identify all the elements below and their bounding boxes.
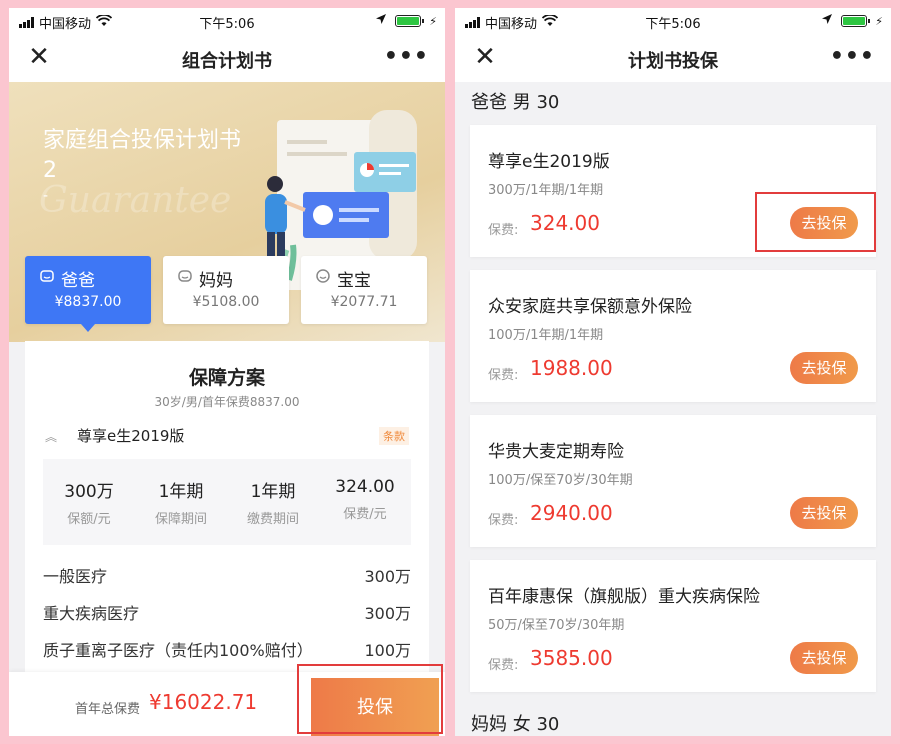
stat-premium: 324.00 保费/元: [319, 477, 411, 522]
premium-value: 3585.00: [530, 646, 613, 670]
product-card: 华贵大麦定期寿险 100万/保至70岁/30年期 保费: 2940.00 去投保: [470, 415, 876, 547]
stat-label: 保障期间: [154, 512, 207, 527]
more-icon[interactable]: •••: [830, 44, 875, 69]
coverage-value: 100万: [364, 641, 411, 660]
section-mother: 妈妈 女 30: [471, 714, 560, 735]
tab-amount: ¥8837.00: [54, 294, 122, 310]
terms-link[interactable]: 条款: [379, 427, 409, 445]
father-icon: [39, 268, 55, 289]
apply-button[interactable]: 去投保: [790, 497, 858, 529]
plan-stats: 300万 保额/元 1年期 保障期间 1年期 缴费期间 324.00 保费/元: [43, 459, 411, 545]
tab-mother[interactable]: 妈妈 ¥5108.00: [163, 256, 289, 324]
product-name: 尊享e生2019版: [488, 152, 610, 172]
total-premium-label: 首年总保费: [75, 702, 141, 717]
charging-icon: ⚡: [875, 14, 883, 28]
watermark-text: Guarantee: [39, 180, 232, 221]
plan-screen: 中国移动 下午5:06 ⚡ ✕ 组合计划书 ••• Guarantee 家庭组合…: [9, 8, 445, 736]
plan-apply-screen: 中国移动 下午5:06 ⚡ ✕ 计划书投保 ••• 爸爸 男 30 尊享e生20…: [455, 8, 891, 736]
product-desc: 300万/1年期/1年期: [488, 183, 604, 198]
coverage-row: 质子重离子医疗（责任内100%赔付） 100万: [43, 637, 411, 660]
tab-label: 爸爸: [61, 271, 95, 291]
plan-title: 保障方案: [188, 367, 265, 389]
highlight-box: [297, 664, 443, 734]
stat-sum-insured: 300万 保额/元: [43, 477, 135, 527]
family-tabs: 爸爸 ¥8837.00 妈妈 ¥5108.00 宝宝 ¥2077.71: [25, 256, 429, 324]
location-icon: [821, 13, 833, 29]
stat-value: 1年期: [250, 482, 296, 502]
coverage-name: 一般医疗: [43, 567, 108, 586]
mother-icon: [177, 268, 193, 289]
more-icon[interactable]: •••: [384, 44, 429, 69]
coverage-value: 300万: [364, 604, 411, 623]
product-card: 众安家庭共享保额意外保险 100万/1年期/1年期 保费: 1988.00 去投…: [470, 270, 876, 402]
apply-button[interactable]: 去投保: [790, 642, 858, 674]
premium-label: 保费:: [488, 658, 519, 673]
stat-payment-period: 1年期 缴费期间: [227, 477, 319, 527]
tab-father[interactable]: 爸爸 ¥8837.00: [25, 256, 151, 324]
coverage-plan-card: 保障方案 30岁/男/首年保费8837.00 ︽ 尊享e生2019版 条款 30…: [25, 341, 429, 681]
product-desc: 100万/1年期/1年期: [488, 328, 604, 343]
status-bar: 中国移动 下午5:06 ⚡: [455, 8, 891, 34]
coverage-name: 重大疾病医疗: [43, 604, 140, 623]
product-name: 尊享e生2019版: [77, 427, 185, 445]
section-father: 爸爸 男 30: [471, 92, 560, 113]
plan-book-subtitle: -: [43, 188, 49, 204]
product-name: 华贵大麦定期寿险: [488, 442, 624, 462]
tab-amount: ¥2077.71: [330, 294, 398, 310]
product-desc: 50万/保至70岁/30年期: [488, 618, 625, 633]
page-title: 组合计划书: [182, 51, 272, 72]
tab-label: 宝宝: [337, 271, 371, 291]
tab-label: 妈妈: [199, 271, 233, 291]
baby-icon: [315, 268, 331, 289]
coverage-row: 一般医疗 300万: [43, 563, 411, 586]
plan-book-title: 家庭组合投保计划书2: [43, 128, 242, 183]
apply-button[interactable]: 去投保: [790, 352, 858, 384]
stat-label: 保额/元: [67, 512, 111, 527]
tab-amount: ¥5108.00: [192, 294, 260, 310]
stat-value: 324.00: [335, 477, 395, 497]
premium-label: 保费:: [488, 368, 519, 383]
nav-bar: ✕ 组合计划书 •••: [9, 34, 445, 82]
product-desc: 100万/保至70岁/30年期: [488, 473, 633, 488]
premium-value: 324.00: [530, 211, 600, 235]
plan-subtitle: 30岁/男/首年保费8837.00: [154, 395, 300, 409]
stat-value: 300万: [64, 482, 114, 502]
premium-value: 2940.00: [530, 501, 613, 525]
active-tab-caret: [81, 324, 95, 332]
product-name: 百年康惠保（旗舰版）重大疾病保险: [488, 587, 760, 607]
collapse-icon[interactable]: ︽: [45, 428, 57, 445]
tab-baby[interactable]: 宝宝 ¥2077.71: [301, 256, 427, 324]
stat-coverage-period: 1年期 保障期间: [135, 477, 227, 527]
charging-icon: ⚡: [429, 14, 437, 28]
product-card: 百年康惠保（旗舰版）重大疾病保险 50万/保至70岁/30年期 保费: 3585…: [470, 560, 876, 692]
stat-label: 保费/元: [343, 507, 387, 522]
close-icon[interactable]: ✕: [473, 44, 497, 70]
coverage-row: 重大疾病医疗 300万: [43, 600, 411, 623]
coverage-value: 300万: [364, 567, 411, 586]
battery-icon: [395, 15, 425, 27]
close-icon[interactable]: ✕: [27, 44, 51, 70]
stat-label: 缴费期间: [246, 512, 299, 527]
product-header[interactable]: ︽ 尊享e生2019版 条款: [45, 425, 409, 447]
page-title: 计划书投保: [628, 51, 718, 72]
status-bar: 中国移动 下午5:06 ⚡: [9, 8, 445, 34]
coverage-name: 质子重离子医疗（责任内100%赔付）: [43, 641, 313, 660]
product-name: 众安家庭共享保额意外保险: [488, 297, 692, 317]
battery-icon: [841, 15, 871, 27]
nav-bar: ✕ 计划书投保 •••: [455, 34, 891, 82]
premium-label: 保费:: [488, 513, 519, 528]
premium-value: 1988.00: [530, 356, 613, 380]
premium-label: 保费:: [488, 223, 519, 238]
location-icon: [375, 13, 387, 29]
total-premium-value: ¥16022.71: [149, 690, 258, 714]
stat-value: 1年期: [158, 482, 204, 502]
highlight-box: [755, 192, 876, 252]
